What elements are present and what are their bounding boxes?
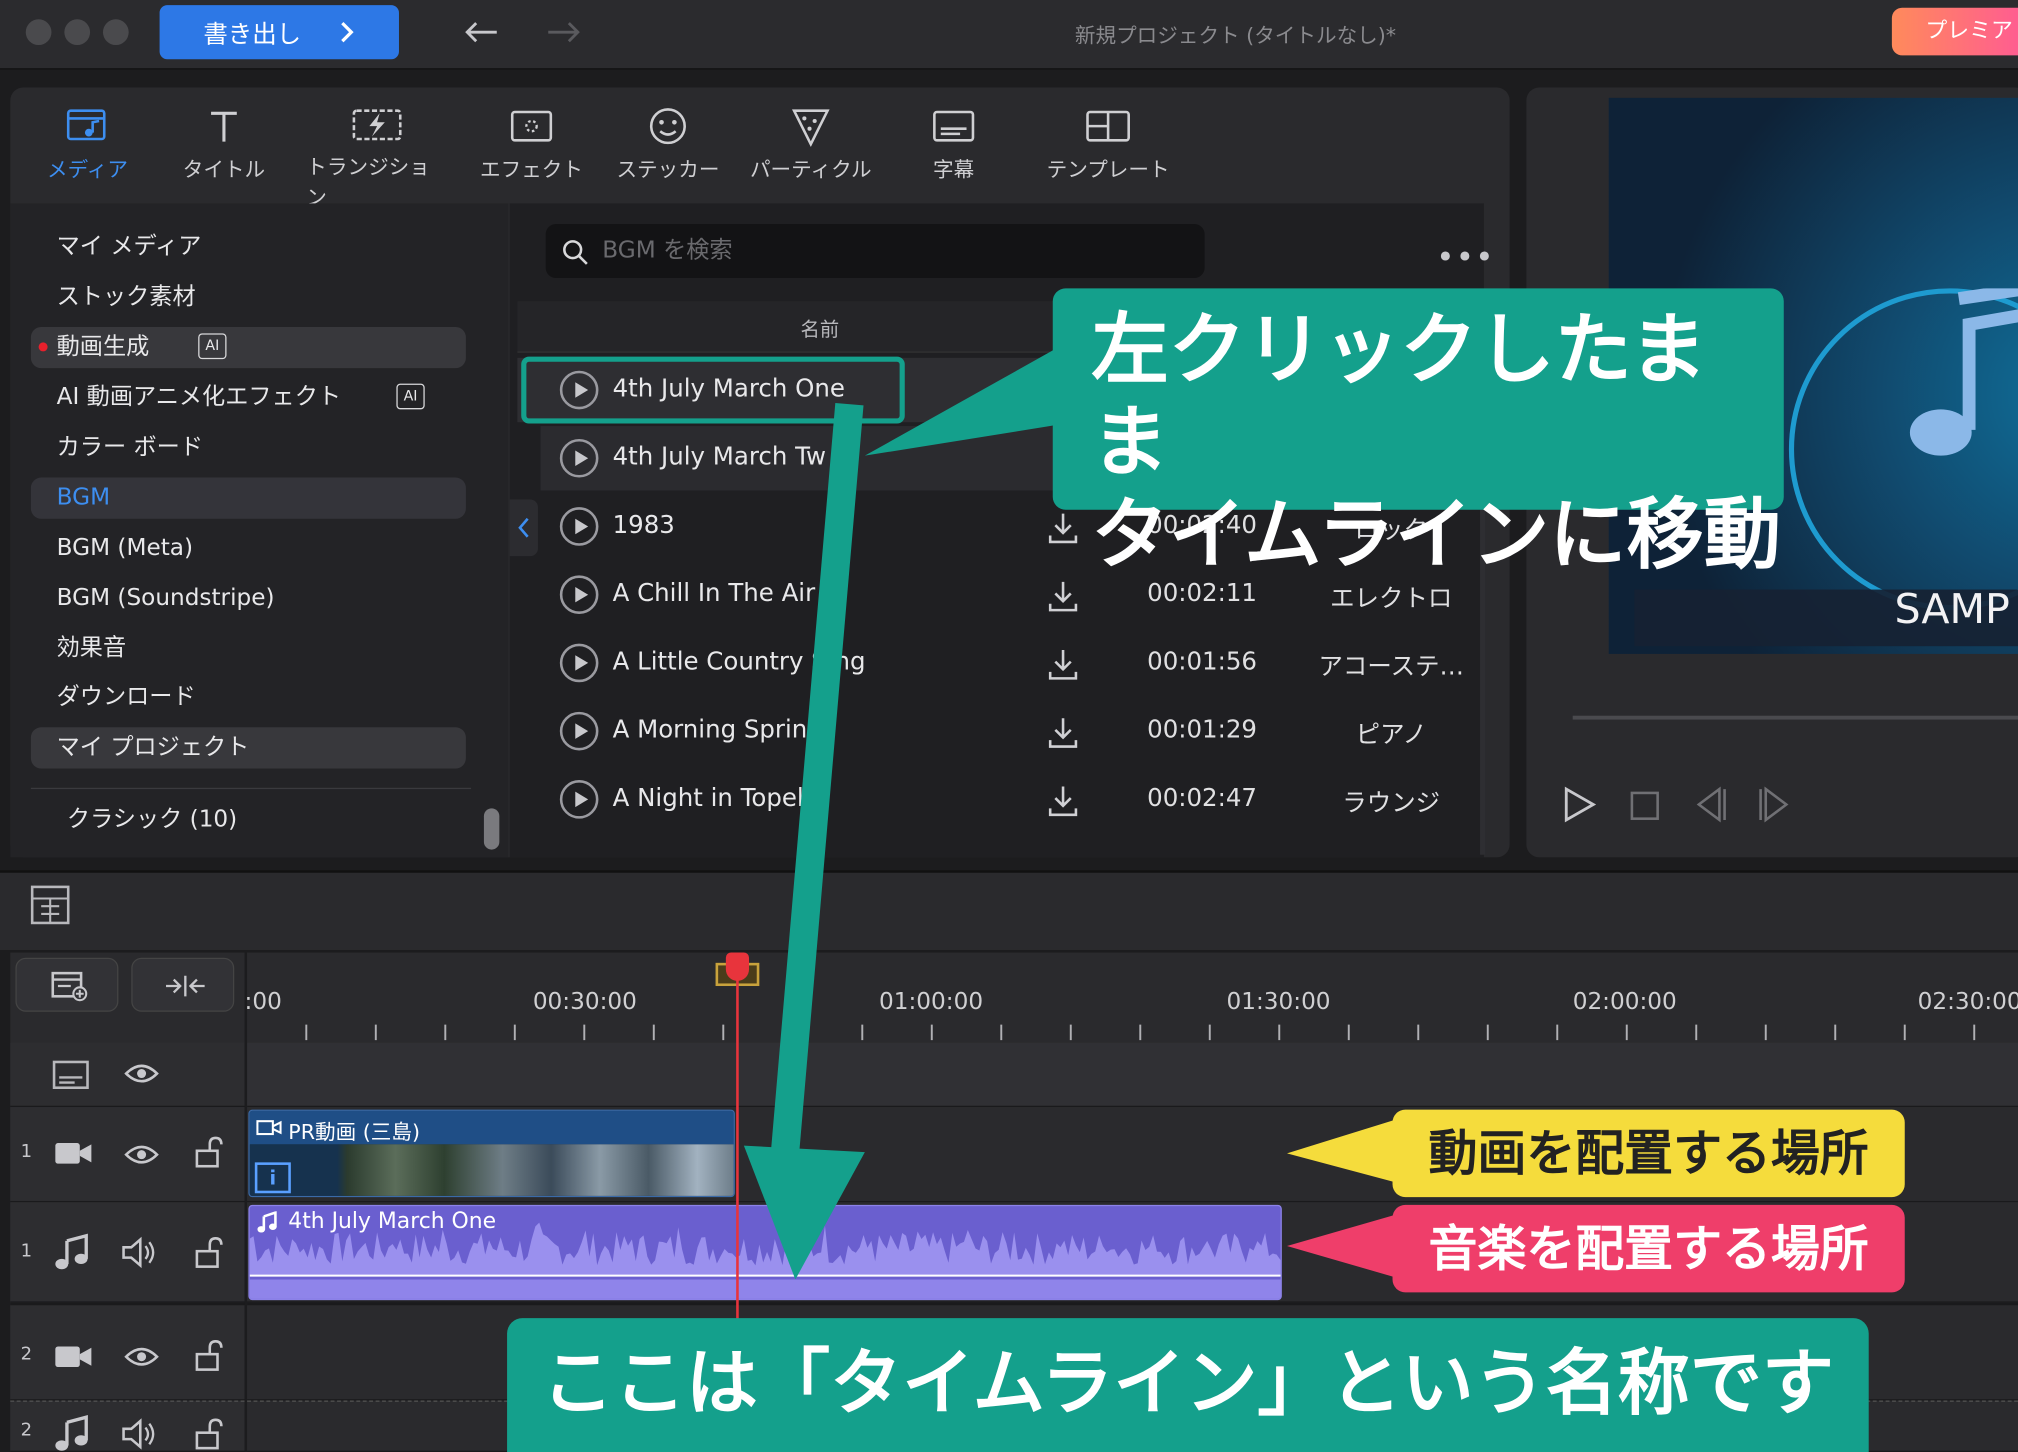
timeline-name-callout: ここは「タイムライン」という名称です <box>507 1318 1869 1452</box>
drag-instruction-line1: 左クリックしたまま <box>1091 305 1707 488</box>
drag-instruction-callout: 左クリックしたまま タイムラインに移動 <box>1052 288 1784 581</box>
music-place-callout: 音楽を配置する場所 <box>1392 1204 1905 1293</box>
video-place-callout: 動画を配置する場所 <box>1392 1109 1905 1198</box>
drag-instruction-line2: タイムラインに移動 <box>1091 490 1781 581</box>
